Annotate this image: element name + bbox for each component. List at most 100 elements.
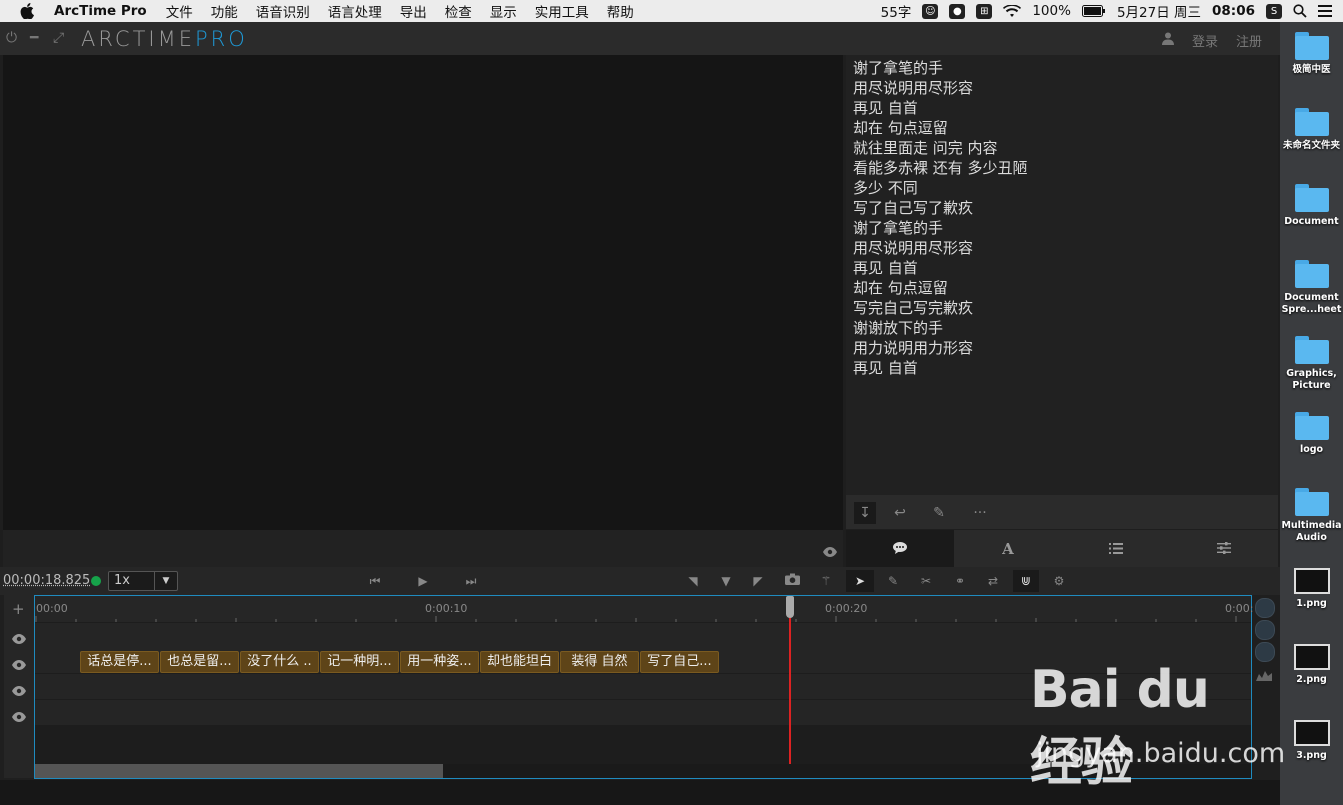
subtitle-clip[interactable]: 写了自己... [640, 651, 719, 673]
next-icon[interactable]: ⏭ [463, 573, 479, 589]
eye-icon[interactable] [823, 542, 837, 561]
subtitle-clip[interactable]: 也总是留... [160, 651, 239, 673]
folder-icon [1294, 260, 1329, 288]
track-4[interactable] [35, 700, 1251, 725]
chevron-down-icon[interactable]: ▼ [154, 572, 177, 590]
waveform-icon[interactable] [1256, 666, 1272, 685]
spotlight-icon[interactable] [1293, 4, 1307, 18]
eye-icon[interactable] [12, 629, 26, 648]
track-2[interactable]: 话总是停... 也总是留... 没了什么 .. 记一种明... 用一种姿... … [35, 648, 1251, 673]
track-3[interactable] [35, 674, 1251, 699]
eye-icon[interactable] [12, 655, 26, 674]
volume-knob[interactable] [1255, 642, 1275, 662]
menu-function[interactable]: 功能 [211, 1, 238, 21]
timeline-scrollbar[interactable] [35, 764, 1251, 778]
tab-list[interactable] [1062, 530, 1170, 567]
app-menu[interactable]: ArcTime Pro [54, 3, 147, 19]
login-link[interactable]: 登录 [1192, 31, 1218, 50]
subtitle-clip[interactable]: 装得 自然 [560, 651, 639, 673]
prev-icon[interactable]: ⏮ [367, 573, 383, 589]
scrollbar-thumb[interactable] [35, 764, 443, 778]
menu-view[interactable]: 显示 [490, 1, 517, 21]
tab-font[interactable]: A [954, 530, 1062, 567]
wifi-icon[interactable] [1003, 4, 1022, 18]
desktop-file[interactable]: 2.png [1280, 644, 1343, 686]
gear-icon[interactable]: ⚙ [1051, 573, 1067, 589]
magic-wand-icon[interactable]: ⚚ [818, 573, 834, 589]
tab-settings[interactable] [1170, 530, 1278, 567]
camera-icon[interactable] [784, 573, 800, 589]
menu-help[interactable]: 帮助 [607, 1, 634, 21]
apple-icon[interactable] [20, 2, 38, 20]
link-icon[interactable]: ⚭ [952, 573, 968, 589]
playhead-line[interactable] [789, 596, 791, 764]
desktop-folder[interactable]: Multimedia Audio [1280, 488, 1343, 544]
desktop-folder[interactable]: 极简中医 [1280, 32, 1343, 76]
volume-knob[interactable] [1255, 620, 1275, 640]
face-icon[interactable]: ☺ [922, 3, 939, 19]
app-titlebar: ⏻ ━ ⤢ ARCTIMEPRO 登录 注册 [0, 22, 1280, 55]
folder-icon [1294, 412, 1329, 440]
desktop-file[interactable]: 1.png [1280, 568, 1343, 610]
time-ruler[interactable]: 00:00 0:00:10 0:00:20 0:00: [35, 596, 1253, 622]
desktop-folder[interactable]: logo [1280, 412, 1343, 456]
undo-icon[interactable]: ↩ [889, 502, 911, 524]
subtitle-clip[interactable]: 用一种姿... [400, 651, 479, 673]
input-method-icon[interactable]: ⊞ [976, 3, 993, 19]
mark-in-icon[interactable]: ◥ [685, 573, 701, 589]
script-line: 写完自己写完歉疚 [853, 299, 974, 317]
menu-check[interactable]: 检查 [445, 1, 472, 21]
script-line: 用尽说明用尽形容 [853, 239, 974, 257]
eye-icon[interactable] [12, 681, 26, 700]
menu-export[interactable]: 导出 [400, 1, 427, 21]
play-icon[interactable]: ▶ [415, 573, 431, 589]
volume-knob[interactable] [1255, 598, 1275, 618]
edit-tool-icon[interactable]: ✎ [885, 573, 901, 589]
insert-icon[interactable]: ↧ [854, 502, 876, 524]
marker-icon[interactable]: ▼ [718, 573, 734, 589]
desktop-folder[interactable]: Document Spre...heet [1280, 260, 1343, 316]
menu-tools[interactable]: 实用工具 [535, 1, 589, 21]
subtitle-clip[interactable]: 话总是停... [80, 651, 159, 673]
expand-icon[interactable]: ⤢ [53, 30, 64, 46]
desktop-folder[interactable]: 未命名文件夹 [1280, 108, 1343, 152]
playback-speed-select[interactable]: 1x ▼ [108, 571, 178, 591]
menu-file[interactable]: 文件 [166, 1, 193, 21]
desktop-file[interactable]: 3.png [1280, 720, 1343, 762]
sync-icon[interactable]: S [1266, 3, 1282, 19]
pencil-icon[interactable]: ✎ [928, 502, 950, 524]
magnet-icon[interactable]: ⋓ [1013, 570, 1039, 592]
track-1[interactable] [35, 623, 1251, 648]
clock[interactable]: 08:06 [1212, 3, 1255, 19]
eye-icon[interactable] [12, 707, 26, 726]
swap-icon[interactable]: ⇄ [985, 573, 1001, 589]
playhead-handle[interactable] [786, 596, 794, 618]
script-line: 多少 不同 [853, 179, 918, 197]
minimize-icon[interactable]: ━ [30, 30, 38, 46]
desktop-folder[interactable]: Document [1280, 184, 1343, 228]
power-icon[interactable]: ⏻ [6, 30, 17, 46]
notification-center-icon[interactable] [1318, 5, 1332, 17]
subtitle-clip[interactable]: 却也能坦白 [480, 651, 559, 673]
battery-icon[interactable] [1081, 5, 1106, 17]
desktop-folder[interactable]: Graphics, Picture [1280, 336, 1343, 392]
add-track-icon[interactable]: + [12, 600, 25, 618]
date[interactable]: 5月27日 周三 [1117, 1, 1201, 21]
register-link[interactable]: 注册 [1236, 31, 1262, 50]
timeline-tracks[interactable]: 00:00 0:00:10 0:00:20 0:00: 话总是停... 也总是留… [34, 595, 1253, 779]
char-count[interactable]: 55字 [881, 1, 912, 21]
microphone-icon[interactable]: ● [949, 3, 966, 19]
menu-speech-recognition[interactable]: 语音识别 [256, 1, 310, 21]
mark-out-icon[interactable]: ◤ [750, 573, 766, 589]
video-preview[interactable] [3, 55, 843, 530]
script-line: 谢了拿笔的手 [853, 59, 944, 77]
menu-language[interactable]: 语言处理 [328, 1, 382, 21]
subtitle-clip[interactable]: 没了什么 .. [240, 651, 319, 673]
pointer-tool-icon[interactable]: ➤ [846, 570, 874, 592]
tab-subtitles[interactable] [846, 530, 954, 567]
subtitle-clip[interactable]: 记一种明... [320, 651, 399, 673]
more-icon[interactable]: ··· [969, 502, 991, 524]
scissors-icon[interactable]: ✂ [918, 573, 934, 589]
script-text-area[interactable]: 谢了拿笔的手 用尽说明用尽形容 再见 自首 却在 句点逗留 就往里面走 问完 内… [846, 55, 1278, 495]
timecode[interactable]: 00:00:18.825 [3, 573, 90, 588]
